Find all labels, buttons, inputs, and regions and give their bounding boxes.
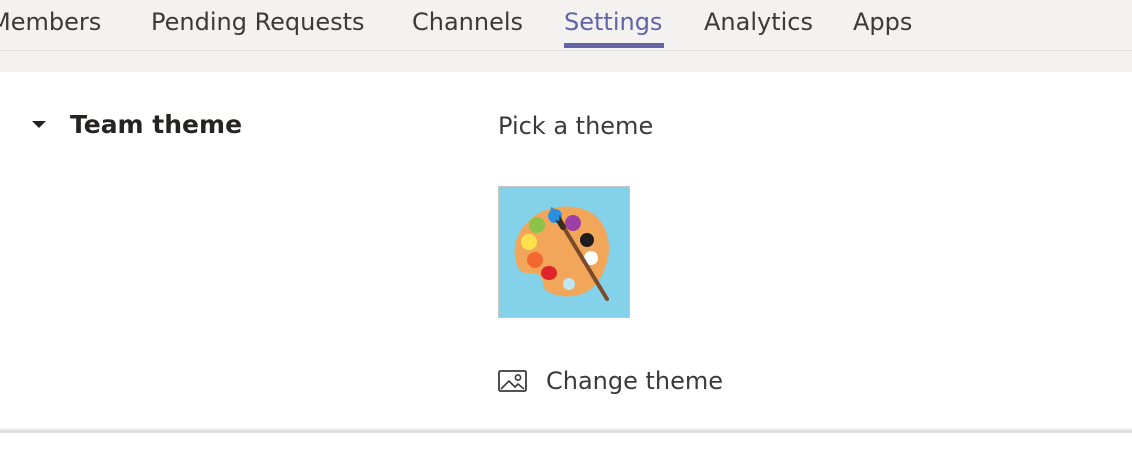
change-theme-label: Change theme — [546, 367, 724, 395]
tab-analytics[interactable]: Analytics — [704, 6, 813, 38]
tab-channels[interactable]: Channels — [412, 6, 523, 38]
section-title: Team theme — [70, 110, 243, 139]
active-tab-indicator — [564, 43, 664, 48]
paint-palette-icon — [514, 206, 609, 301]
image-icon — [498, 369, 528, 393]
tab-bar: Members Pending Requests Channels Settin… — [0, 0, 1132, 51]
tab-settings[interactable]: Settings — [564, 6, 662, 38]
change-theme-button[interactable]: Change theme — [498, 364, 723, 398]
theme-thumbnail[interactable] — [498, 186, 630, 318]
tab-pending-requests[interactable]: Pending Requests — [151, 6, 365, 38]
next-section-area — [0, 433, 1132, 452]
pick-theme-label: Pick a theme — [498, 112, 654, 140]
tab-members[interactable]: Members — [0, 6, 101, 38]
collapse-caret-icon[interactable] — [32, 121, 46, 128]
tab-apps[interactable]: Apps — [853, 6, 912, 38]
